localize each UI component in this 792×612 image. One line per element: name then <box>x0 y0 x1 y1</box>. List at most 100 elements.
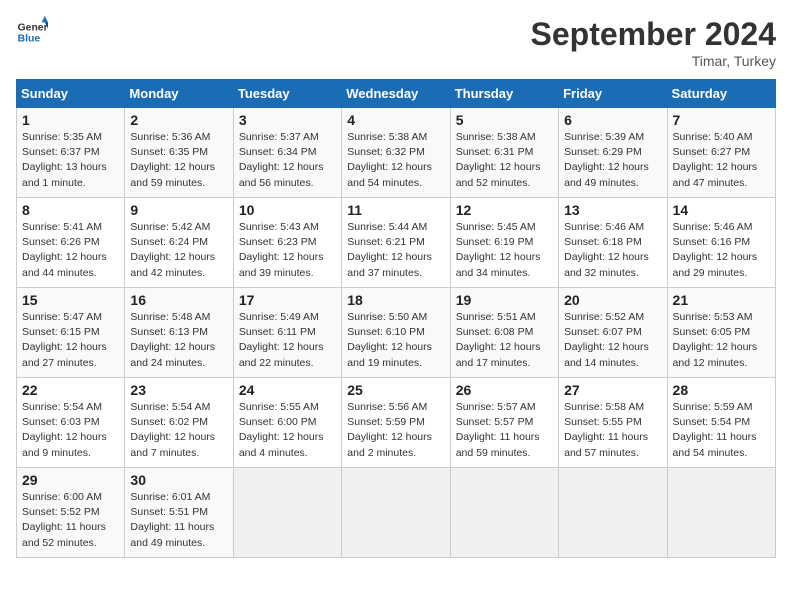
col-friday: Friday <box>559 80 667 108</box>
table-row <box>233 468 341 558</box>
table-row: 15 Sunrise: 5:47 AM Sunset: 6:15 PM Dayli… <box>17 288 125 378</box>
page-header: General Blue September 2024 Timar, Turke… <box>16 16 776 69</box>
day-number: 21 <box>673 292 770 308</box>
day-number: 1 <box>22 112 119 128</box>
table-row: 6 Sunrise: 5:39 AM Sunset: 6:29 PM Daylig… <box>559 108 667 198</box>
table-row: 16 Sunrise: 5:48 AM Sunset: 6:13 PM Dayli… <box>125 288 233 378</box>
day-number: 26 <box>456 382 553 398</box>
day-info: Sunrise: 5:43 AM Sunset: 6:23 PM Dayligh… <box>239 220 336 281</box>
day-info: Sunrise: 5:52 AM Sunset: 6:07 PM Dayligh… <box>564 310 661 371</box>
day-number: 4 <box>347 112 444 128</box>
table-row: 19 Sunrise: 5:51 AM Sunset: 6:08 PM Dayli… <box>450 288 558 378</box>
day-info: Sunrise: 5:40 AM Sunset: 6:27 PM Dayligh… <box>673 130 770 191</box>
table-row <box>342 468 450 558</box>
day-info: Sunrise: 6:01 AM Sunset: 5:51 PM Dayligh… <box>130 490 227 551</box>
table-row: 25Sunrise: 5:56 AM Sunset: 5:59 PM Dayli… <box>342 378 450 468</box>
day-number: 17 <box>239 292 336 308</box>
table-row: 18Sunrise: 5:50 AM Sunset: 6:10 PM Dayli… <box>342 288 450 378</box>
calendar-row: 22Sunrise: 5:54 AM Sunset: 6:03 PM Dayli… <box>17 378 776 468</box>
table-row: 8Sunrise: 5:41 AM Sunset: 6:26 PM Daylig… <box>17 198 125 288</box>
day-number: 20 <box>564 292 661 308</box>
day-info: Sunrise: 5:37 AM Sunset: 6:34 PM Dayligh… <box>239 130 336 191</box>
day-number: 16 <box>130 292 227 308</box>
day-number: 9 <box>130 202 227 218</box>
table-row: 13Sunrise: 5:46 AM Sunset: 6:18 PM Dayli… <box>559 198 667 288</box>
table-row: 10 Sunrise: 5:43 AM Sunset: 6:23 PM Dayli… <box>233 198 341 288</box>
day-number: 30 <box>130 472 227 488</box>
day-number: 11 <box>347 202 444 218</box>
logo-icon: General Blue <box>16 16 48 48</box>
day-number: 25 <box>347 382 444 398</box>
day-number: 12 <box>456 202 553 218</box>
table-row: 29 Sunrise: 6:00 AM Sunset: 5:52 PM Dayli… <box>17 468 125 558</box>
col-sunday: Sunday <box>17 80 125 108</box>
day-number: 6 <box>564 112 661 128</box>
calendar-row: 8Sunrise: 5:41 AM Sunset: 6:26 PM Daylig… <box>17 198 776 288</box>
day-info: Sunrise: 5:59 AM Sunset: 5:54 PM Dayligh… <box>673 400 770 461</box>
table-row: 7 Sunrise: 5:40 AM Sunset: 6:27 PM Daylig… <box>667 108 775 198</box>
day-number: 8 <box>22 202 119 218</box>
table-row <box>559 468 667 558</box>
day-number: 7 <box>673 112 770 128</box>
table-row: 5 Sunrise: 5:38 AM Sunset: 6:31 PM Daylig… <box>450 108 558 198</box>
calendar-table: Sunday Monday Tuesday Wednesday Thursday… <box>16 79 776 558</box>
col-monday: Monday <box>125 80 233 108</box>
svg-text:General: General <box>18 22 48 33</box>
day-number: 10 <box>239 202 336 218</box>
day-number: 13 <box>564 202 661 218</box>
table-row: 2 Sunrise: 5:36 AM Sunset: 6:35 PM Daylig… <box>125 108 233 198</box>
day-number: 22 <box>22 382 119 398</box>
table-row: 17 Sunrise: 5:49 AM Sunset: 6:11 PM Dayli… <box>233 288 341 378</box>
table-row: 3 Sunrise: 5:37 AM Sunset: 6:34 PM Daylig… <box>233 108 341 198</box>
month-title: September 2024 <box>531 16 776 53</box>
day-info: Sunrise: 5:46 AM Sunset: 6:16 PM Dayligh… <box>673 220 770 281</box>
table-row: 26 Sunrise: 5:57 AM Sunset: 5:57 PM Dayli… <box>450 378 558 468</box>
day-number: 27 <box>564 382 661 398</box>
table-row: 12Sunrise: 5:45 AM Sunset: 6:19 PM Dayli… <box>450 198 558 288</box>
day-info: Sunrise: 5:39 AM Sunset: 6:29 PM Dayligh… <box>564 130 661 191</box>
table-row: 4Sunrise: 5:38 AM Sunset: 6:32 PM Daylig… <box>342 108 450 198</box>
table-row: 21Sunrise: 5:53 AM Sunset: 6:05 PM Dayli… <box>667 288 775 378</box>
table-row: 24Sunrise: 5:55 AM Sunset: 6:00 PM Dayli… <box>233 378 341 468</box>
svg-text:Blue: Blue <box>18 34 41 45</box>
table-row: 20 Sunrise: 5:52 AM Sunset: 6:07 PM Dayli… <box>559 288 667 378</box>
day-info: Sunrise: 5:51 AM Sunset: 6:08 PM Dayligh… <box>456 310 553 371</box>
calendar-body: 1 Sunrise: 5:35 AM Sunset: 6:37 PM Daylig… <box>17 108 776 558</box>
day-info: Sunrise: 5:48 AM Sunset: 6:13 PM Dayligh… <box>130 310 227 371</box>
day-info: Sunrise: 5:35 AM Sunset: 6:37 PM Dayligh… <box>22 130 119 191</box>
day-info: Sunrise: 5:38 AM Sunset: 6:31 PM Dayligh… <box>456 130 553 191</box>
day-number: 18 <box>347 292 444 308</box>
day-number: 19 <box>456 292 553 308</box>
table-row: 9Sunrise: 5:42 AM Sunset: 6:24 PM Daylig… <box>125 198 233 288</box>
title-block: September 2024 Timar, Turkey <box>531 16 776 69</box>
day-number: 23 <box>130 382 227 398</box>
day-number: 3 <box>239 112 336 128</box>
table-row: 28Sunrise: 5:59 AM Sunset: 5:54 PM Dayli… <box>667 378 775 468</box>
day-number: 15 <box>22 292 119 308</box>
table-row <box>667 468 775 558</box>
table-row: 30 Sunrise: 6:01 AM Sunset: 5:51 PM Dayli… <box>125 468 233 558</box>
day-info: Sunrise: 5:55 AM Sunset: 6:00 PM Dayligh… <box>239 400 336 461</box>
day-info: Sunrise: 5:57 AM Sunset: 5:57 PM Dayligh… <box>456 400 553 461</box>
day-number: 29 <box>22 472 119 488</box>
logo: General Blue <box>16 16 48 48</box>
col-saturday: Saturday <box>667 80 775 108</box>
day-info: Sunrise: 5:49 AM Sunset: 6:11 PM Dayligh… <box>239 310 336 371</box>
table-row: 1 Sunrise: 5:35 AM Sunset: 6:37 PM Daylig… <box>17 108 125 198</box>
day-info: Sunrise: 5:44 AM Sunset: 6:21 PM Dayligh… <box>347 220 444 281</box>
day-number: 2 <box>130 112 227 128</box>
table-row: 11 Sunrise: 5:44 AM Sunset: 6:21 PM Dayli… <box>342 198 450 288</box>
day-number: 5 <box>456 112 553 128</box>
day-info: Sunrise: 6:00 AM Sunset: 5:52 PM Dayligh… <box>22 490 119 551</box>
location-subtitle: Timar, Turkey <box>531 53 776 69</box>
day-number: 14 <box>673 202 770 218</box>
col-wednesday: Wednesday <box>342 80 450 108</box>
calendar-row: 29 Sunrise: 6:00 AM Sunset: 5:52 PM Dayli… <box>17 468 776 558</box>
calendar-row: 15 Sunrise: 5:47 AM Sunset: 6:15 PM Dayli… <box>17 288 776 378</box>
day-info: Sunrise: 5:36 AM Sunset: 6:35 PM Dayligh… <box>130 130 227 191</box>
table-row: 14 Sunrise: 5:46 AM Sunset: 6:16 PM Dayli… <box>667 198 775 288</box>
day-info: Sunrise: 5:54 AM Sunset: 6:02 PM Dayligh… <box>130 400 227 461</box>
day-info: Sunrise: 5:47 AM Sunset: 6:15 PM Dayligh… <box>22 310 119 371</box>
col-thursday: Thursday <box>450 80 558 108</box>
table-row <box>450 468 558 558</box>
